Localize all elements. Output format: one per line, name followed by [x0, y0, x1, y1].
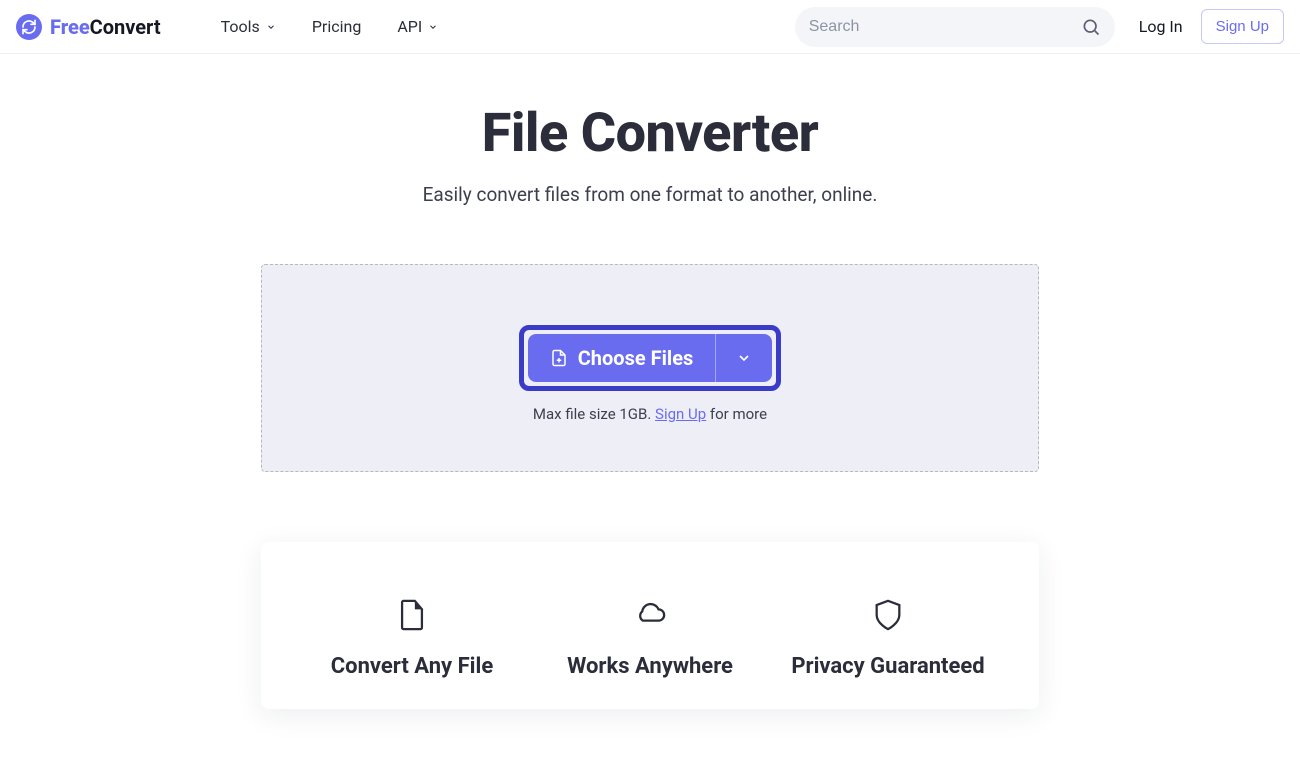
choose-files-label: Choose Files [578, 346, 694, 370]
search-input[interactable] [809, 18, 1081, 36]
cloud-icon [633, 598, 667, 632]
choose-files-highlight: Choose Files [519, 325, 782, 391]
logo-text: FreeConvert [50, 15, 161, 39]
chevron-down-icon [266, 22, 276, 32]
feature-title: Convert Any File [331, 654, 493, 679]
header: FreeConvert Tools Pricing API Log In Sig… [0, 0, 1300, 54]
limit-signup-link[interactable]: Sign Up [655, 405, 706, 423]
choose-files-dropdown[interactable] [716, 334, 772, 382]
chevron-down-icon [428, 22, 438, 32]
dropzone[interactable]: Choose Files Max file size 1GB. Sign Up … [261, 264, 1039, 472]
nav-pricing-label: Pricing [312, 17, 362, 36]
login-link[interactable]: Log In [1139, 17, 1183, 36]
signup-button[interactable]: Sign Up [1201, 9, 1284, 44]
main-nav: Tools Pricing API [221, 17, 439, 36]
shield-icon [871, 598, 905, 632]
nav-api[interactable]: API [397, 17, 438, 36]
nav-tools[interactable]: Tools [221, 17, 276, 36]
logo-icon [16, 14, 42, 40]
limit-prefix: Max file size 1GB. [533, 405, 655, 423]
search-icon[interactable] [1081, 17, 1101, 37]
feature-title: Works Anywhere [567, 654, 733, 679]
page-title: File Converter [0, 102, 1300, 165]
hero: File Converter Easily convert files from… [0, 54, 1300, 236]
auth-links: Log In Sign Up [1139, 9, 1284, 44]
nav-tools-label: Tools [221, 17, 260, 36]
nav-pricing[interactable]: Pricing [312, 17, 362, 36]
choose-files-main[interactable]: Choose Files [528, 334, 716, 382]
feature-title: Privacy Guaranteed [791, 654, 984, 679]
file-plus-icon [550, 348, 568, 368]
feature-privacy: Privacy Guaranteed [769, 598, 1007, 679]
feature-works-anywhere: Works Anywhere [531, 598, 769, 679]
chevron-down-icon [736, 350, 752, 366]
logo[interactable]: FreeConvert [16, 14, 161, 40]
choose-files-button[interactable]: Choose Files [528, 334, 773, 382]
feature-convert-any-file: Convert Any File [293, 598, 531, 679]
limit-suffix: for more [706, 405, 767, 423]
page-subtitle: Easily convert files from one format to … [0, 183, 1300, 206]
nav-api-label: API [397, 17, 422, 36]
file-icon [395, 598, 429, 632]
search-box[interactable] [795, 7, 1115, 47]
features-card: Convert Any File Works Anywhere Privacy … [261, 542, 1039, 709]
file-limit-text: Max file size 1GB. Sign Up for more [262, 405, 1038, 423]
